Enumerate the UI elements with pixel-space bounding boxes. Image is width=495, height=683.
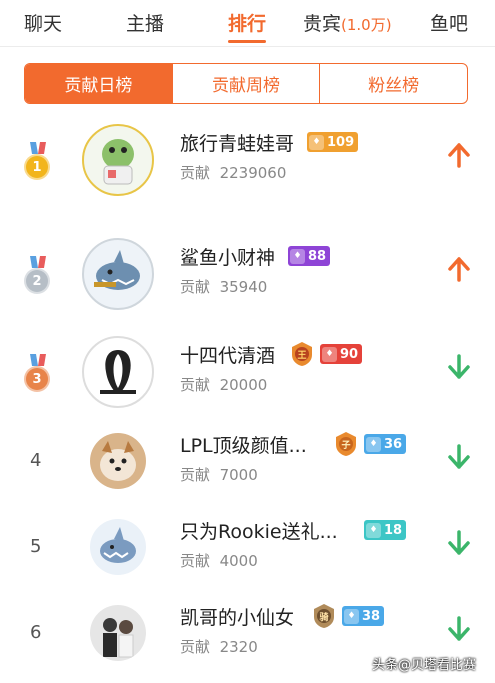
level-value: 36 [384,436,403,452]
contribution-value: 35940 [219,278,268,296]
silver-medal-icon: 2 [24,256,52,298]
tab-vip-label: 贵宾 [303,13,342,35]
gold-medal-icon: 1 [24,142,52,184]
level-value: 88 [308,248,327,264]
level-badge: ♦ 109 [307,132,359,152]
medal-rank: 1 [24,154,50,180]
fan-badge-icon: ♦ [322,346,337,362]
contribution-value: 4000 [219,552,258,570]
level-badge: ♦ 36 [364,434,407,454]
tab-vip[interactable]: 贵宾(1.0万) [303,9,392,36]
ranking-row[interactable]: 2 鲨鱼小财神 ♦ 88 贡献 35940 [0,230,495,316]
contribution-label: 贡献 [180,278,211,296]
ranking-row[interactable]: 5 只为Rookie送礼... ♦ 18 贡献 4000 [0,504,495,590]
segment-daily-contribution[interactable]: 贡献日榜 [25,64,172,103]
noble-title: 王 [297,350,306,361]
rank-number: 6 [30,622,42,643]
ranking-row[interactable]: 1 旅行青蛙娃哥 ♦ 109 贡献 2239060 [0,116,495,202]
contribution-label: 贡献 [180,638,211,656]
contribution-label: 贡献 [180,466,211,484]
medal-rank: 2 [24,268,50,294]
fan-badge-icon: ♦ [309,134,324,150]
segment-weekly-contribution[interactable]: 贡献周榜 [171,64,320,103]
contribution: 贡献 2239060 [180,162,286,183]
couple-photo-avatar[interactable] [90,605,146,661]
level-value: 38 [362,608,381,624]
noble-crest-icon: 王 [292,342,312,366]
dog-avatar[interactable] [90,433,146,489]
trend-up-icon [448,143,470,168]
contribution: 贡献 2320 [180,636,258,657]
watermark: 头条@贝塔看比赛 [372,658,477,673]
ranking-row[interactable]: 3 十四代清酒 王 ♦ 90 贡献 20000 [0,328,495,414]
level-badge: ♦ 38 [342,606,385,626]
trend-down-icon [448,354,470,379]
level-value: 90 [340,346,359,362]
user-name: 鲨鱼小财神 [180,247,276,269]
level-badge: ♦ 90 [320,344,363,364]
shark-cartoon-avatar[interactable] [90,519,146,575]
contribution-label: 贡献 [180,552,211,570]
rank-number: 4 [30,450,42,471]
fan-badge-icon: ♦ [344,608,359,624]
contribution: 贡献 35940 [180,276,267,297]
fan-badge-icon: ♦ [366,436,381,452]
tab-anchor[interactable]: 主播 [126,9,164,36]
ig-logo-avatar[interactable] [82,336,154,408]
ranking-row[interactable]: 4 LPL顶级颜值... 子 ♦ 36 贡献 7000 [0,418,495,504]
contribution-value: 2320 [219,638,258,656]
tab-fishbar[interactable]: 鱼吧 [430,9,468,36]
frog-avatar[interactable] [82,124,154,196]
contribution-label: 贡献 [180,164,211,182]
user-name: 十四代清酒 [180,345,276,367]
level-value: 18 [384,522,403,538]
level-badge: ♦ 18 [364,520,407,540]
medal-rank: 3 [24,366,50,392]
shark-avatar[interactable] [82,238,154,310]
top-nav: 聊天 主播 排行 贵宾(1.0万) 鱼吧 [0,0,495,47]
segment-fans[interactable]: 粉丝榜 [319,64,467,103]
trend-down-icon [448,444,470,469]
contribution-value: 7000 [219,466,258,484]
fan-badge-icon: ♦ [366,522,381,538]
trend-down-icon [448,530,470,555]
noble-title: 子 [341,440,350,451]
user-name: 旅行青蛙娃哥 [180,133,295,155]
bronze-medal-icon: 3 [24,354,52,396]
fan-badge-icon: ♦ [290,248,305,264]
noble-crest-icon: 子 [336,432,356,456]
user-name: LPL顶级颜值... [180,435,307,457]
level-badge: ♦ 88 [288,246,331,266]
contribution: 贡献 7000 [180,464,258,485]
trend-up-icon [448,257,470,282]
tab-chat[interactable]: 聊天 [24,9,62,36]
level-value: 109 [327,134,355,150]
contribution-value: 20000 [219,376,268,394]
contribution-value: 2239060 [219,164,287,182]
contribution: 贡献 4000 [180,550,258,571]
tab-vip-count: (1.0万) [341,16,392,34]
ranking-segment-control: 贡献日榜 贡献周榜 粉丝榜 [24,63,468,104]
user-name: 只为Rookie送礼... [180,521,338,543]
noble-title: 骑 [319,611,328,623]
rank-number: 5 [30,536,42,557]
trend-down-icon [448,616,470,641]
active-tab-indicator [228,40,266,43]
contribution: 贡献 20000 [180,374,267,395]
user-name: 凯哥的小仙女 [180,607,295,629]
contribution-label: 贡献 [180,376,211,394]
tab-ranking[interactable]: 排行 [228,9,266,36]
noble-crest-icon: 骑 [314,604,334,628]
